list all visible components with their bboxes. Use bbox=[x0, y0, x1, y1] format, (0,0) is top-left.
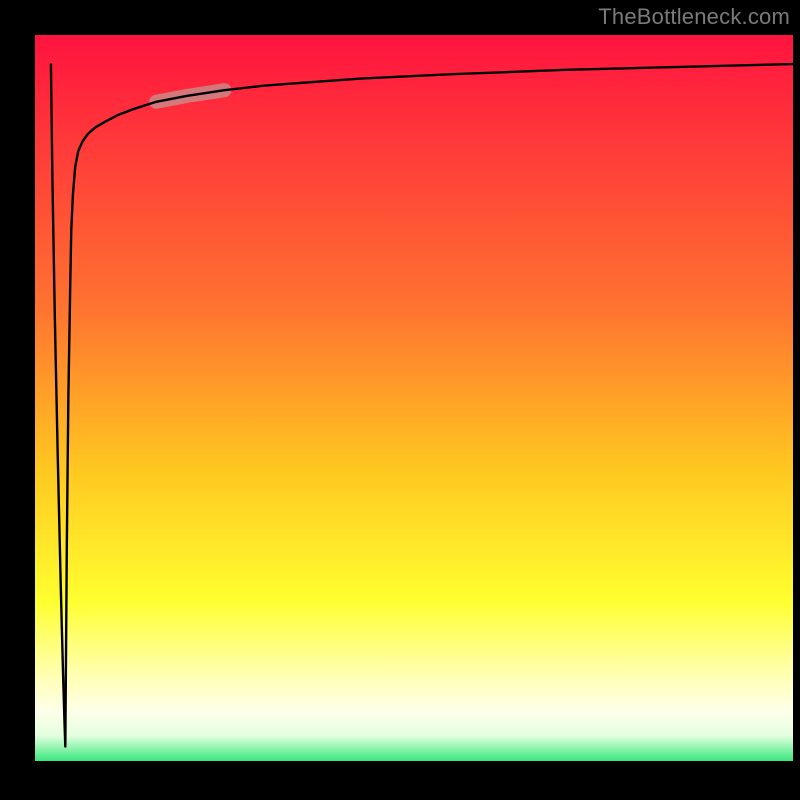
chart-frame bbox=[35, 35, 793, 761]
chart-background-gradient bbox=[35, 35, 793, 761]
watermark-text: TheBottleneck.com bbox=[598, 4, 790, 30]
